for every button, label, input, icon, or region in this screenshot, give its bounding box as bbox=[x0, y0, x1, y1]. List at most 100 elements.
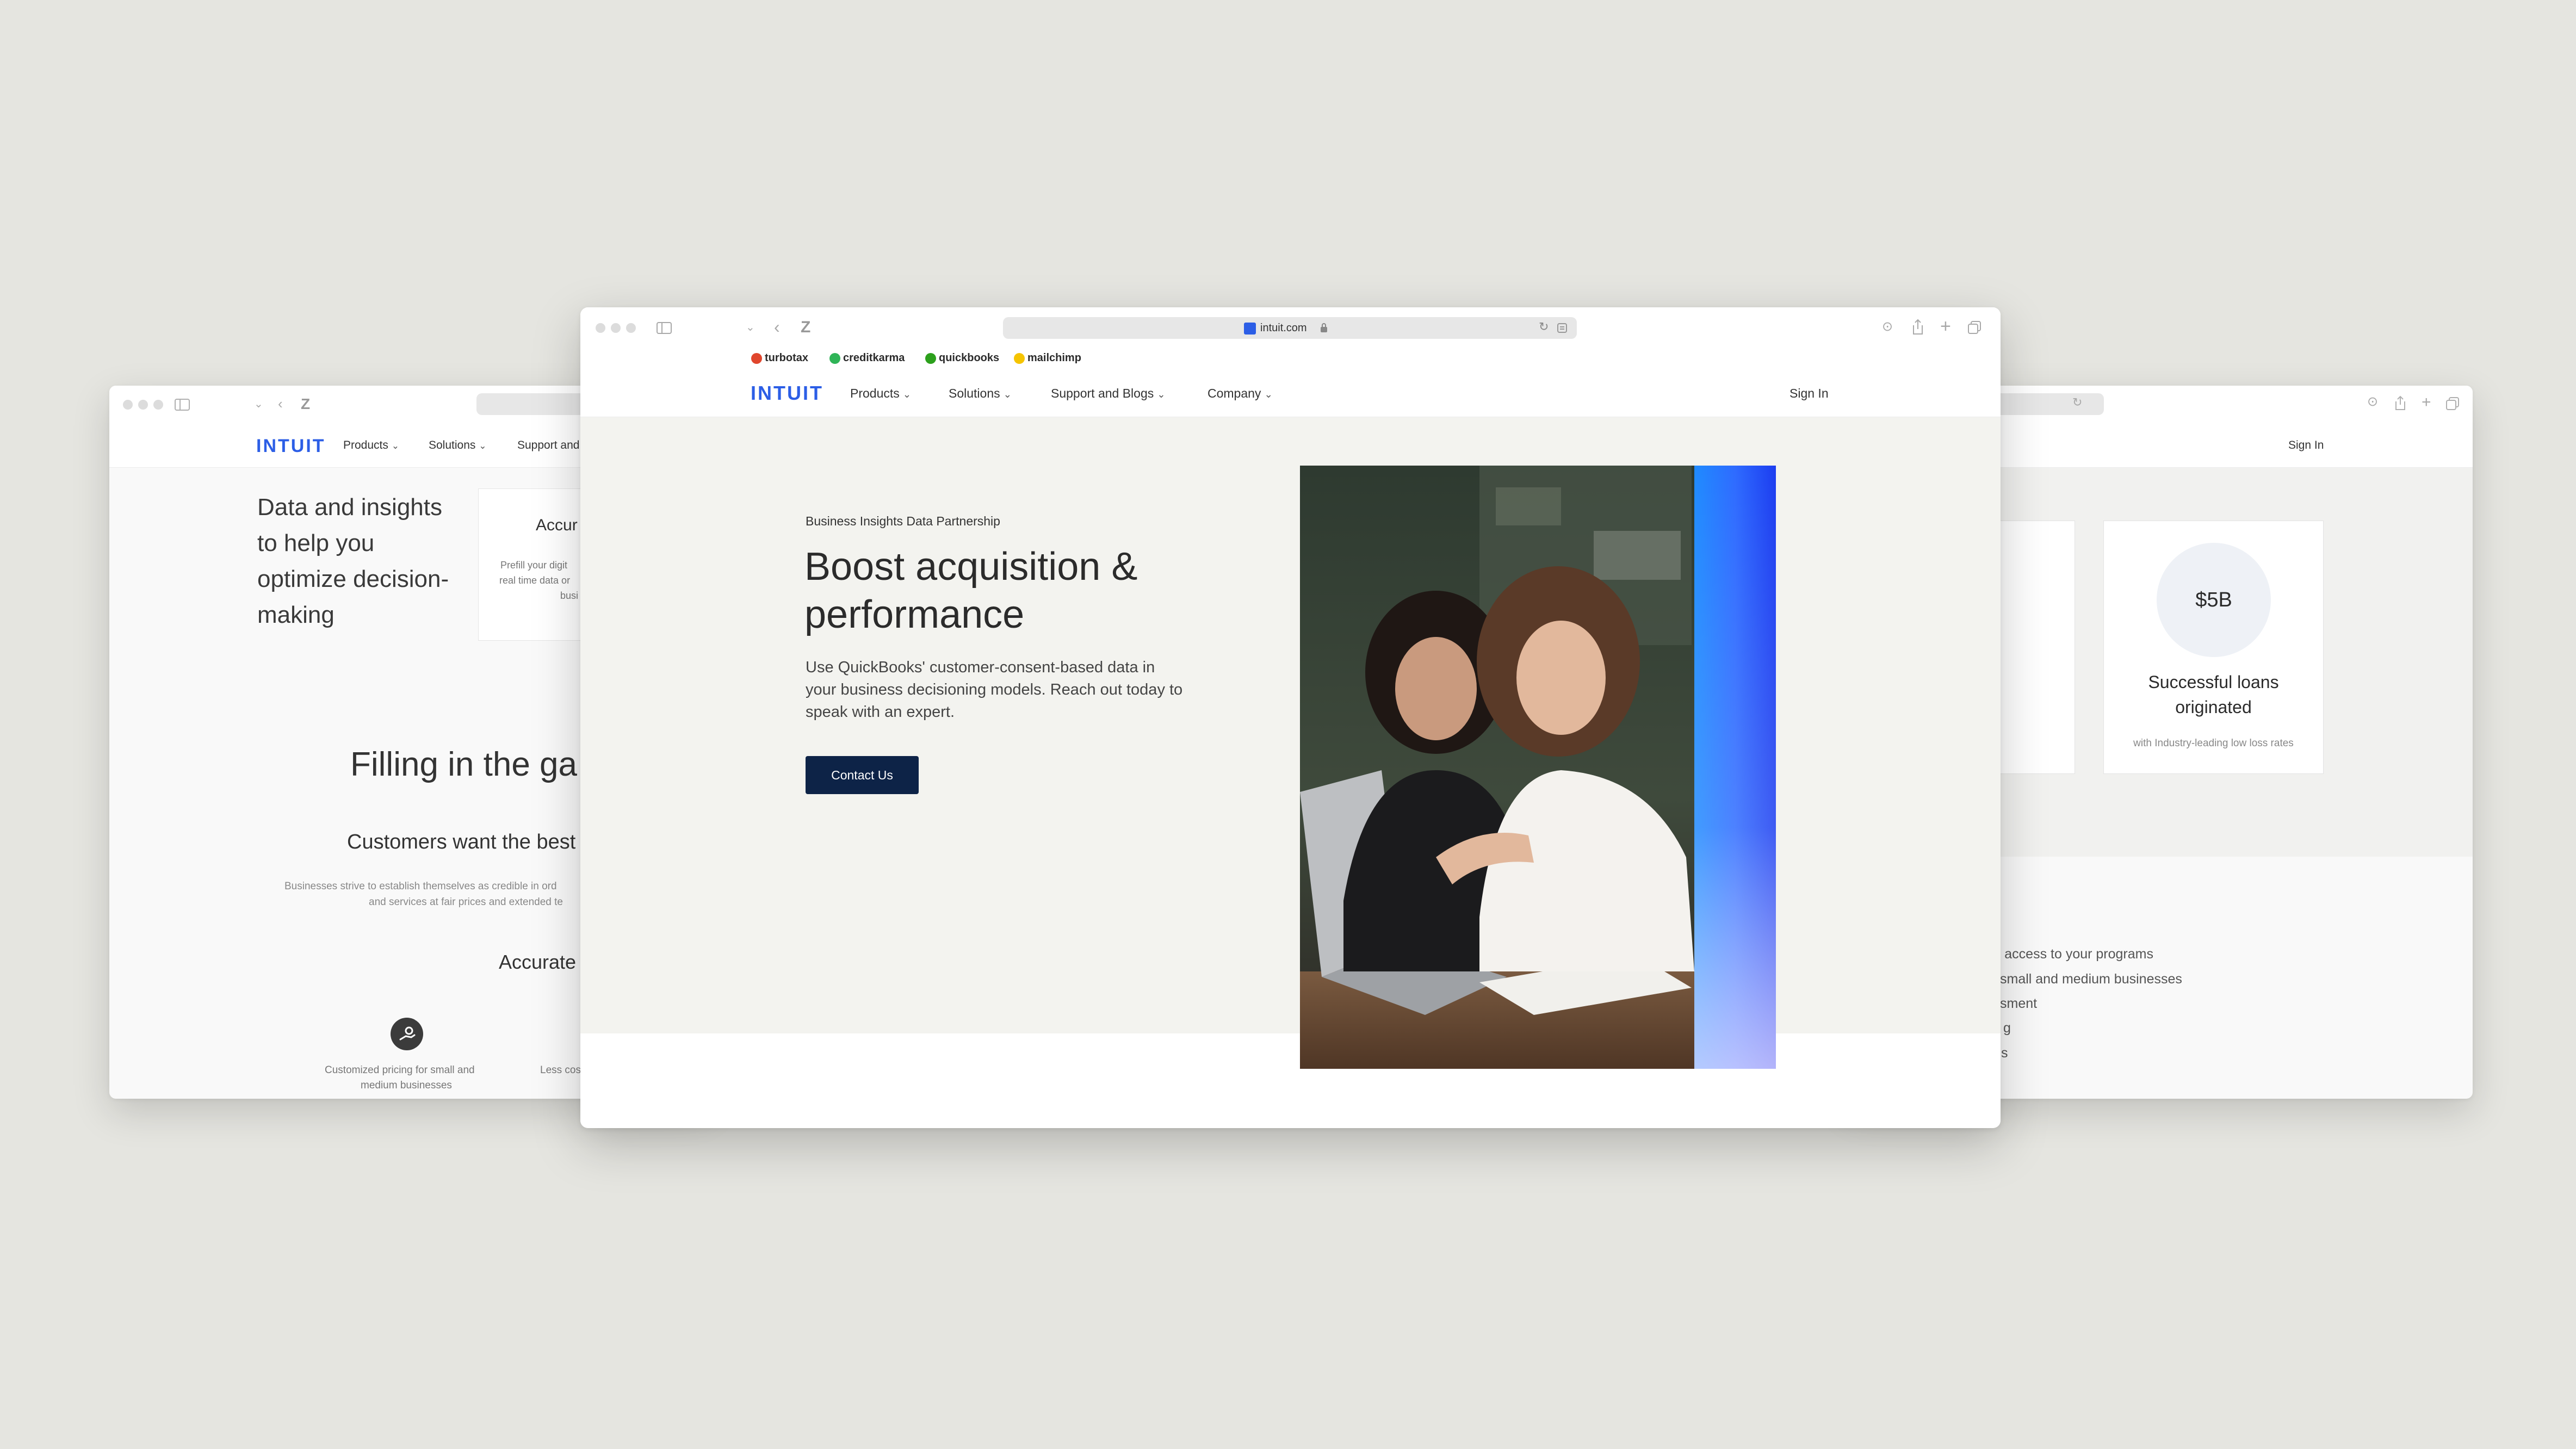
download-icon[interactable]: ⊙ bbox=[2367, 395, 2378, 408]
reload-icon[interactable]: ↻ bbox=[2072, 397, 2082, 408]
hero-body-line-2: your business decisioning models. Reach … bbox=[806, 681, 1183, 698]
chevron-down-icon: ⌄ bbox=[1157, 388, 1166, 400]
brand-link-creditkarma[interactable]: creditkarma bbox=[829, 352, 905, 364]
reader-icon[interactable] bbox=[1557, 323, 1568, 333]
z-logo-icon: Z bbox=[301, 395, 311, 412]
site-nav: INTUIT Products ⌄ Solutions ⌄ Support and … bbox=[580, 370, 2001, 417]
section-title: Filling in the ga bbox=[350, 746, 578, 783]
hero-photo-image bbox=[1300, 466, 1776, 1069]
browser-window-front[interactable]: ⌄ ‹ Z intuit.com ↻ ⊙ + turbotax creditka… bbox=[580, 307, 2001, 1128]
chevron-left-icon[interactable]: ‹ bbox=[278, 397, 283, 411]
chevron-down-icon[interactable]: ⌄ bbox=[254, 399, 263, 410]
creditkarma-logo-icon bbox=[829, 352, 840, 364]
lock-icon bbox=[1321, 323, 1327, 332]
feature-label-line-2: medium businesses bbox=[361, 1080, 452, 1091]
stat-value: $5B bbox=[2195, 588, 2232, 611]
nav-support[interactable]: Support and bbox=[517, 439, 579, 452]
section-body-line-2: and services at fair prices and extended… bbox=[369, 896, 563, 908]
benefit-list-item: small and medium businesses bbox=[2000, 971, 2182, 987]
nav-support-label: Support and Blogs bbox=[1051, 386, 1154, 400]
minimize-light[interactable] bbox=[611, 323, 621, 333]
site-favicon-icon bbox=[1244, 323, 1256, 335]
window-controls[interactable] bbox=[596, 323, 636, 333]
hero-section: Business Insights Data Partnership Boost… bbox=[580, 417, 2001, 1033]
nav-solutions-label: Solutions bbox=[949, 386, 1000, 400]
nav-solutions-label: Solutions bbox=[429, 439, 476, 451]
contact-us-button[interactable]: Contact Us bbox=[806, 756, 919, 794]
feature-card-title: Accur bbox=[536, 516, 578, 534]
minimize-light[interactable] bbox=[138, 400, 148, 410]
stat-circle-loans: $5B bbox=[2157, 543, 2271, 657]
chevron-down-icon[interactable]: ⌄ bbox=[746, 322, 755, 333]
address-bar[interactable]: intuit.com ↻ bbox=[1003, 317, 1577, 339]
feature-label-line-1: Customized pricing for small and bbox=[325, 1064, 475, 1076]
feature-icon-circle bbox=[391, 1018, 423, 1050]
section-subtitle: Customers want the best t bbox=[347, 831, 587, 853]
nav-company[interactable]: Company ⌄ bbox=[1208, 386, 1273, 401]
close-light[interactable] bbox=[123, 400, 133, 410]
share-icon[interactable] bbox=[1912, 319, 1924, 335]
turbotax-logo-icon bbox=[751, 352, 762, 364]
accurate-heading: Accurate bbox=[499, 951, 577, 973]
intuit-logo[interactable]: INTUIT bbox=[256, 436, 326, 457]
benefit-list-item: s bbox=[2001, 1045, 2008, 1061]
feature-card-line-2: real time data or bbox=[499, 575, 571, 586]
brand-quickbooks-label: quickbooks bbox=[939, 352, 1000, 364]
hero-body-line-3: speak with an expert. bbox=[806, 703, 955, 721]
hero-title-line-2: performance bbox=[804, 593, 1025, 636]
download-icon[interactable]: ⊙ bbox=[1882, 320, 1893, 333]
stat-title-line-1: Successful loans bbox=[2148, 672, 2279, 692]
sidebar-icon[interactable] bbox=[657, 322, 672, 334]
brand-turbotax-label: turbotax bbox=[765, 352, 808, 364]
zoom-light[interactable] bbox=[153, 400, 163, 410]
tabs-icon[interactable] bbox=[1967, 320, 1981, 335]
nav-solutions[interactable]: Solutions ⌄ bbox=[429, 439, 486, 452]
nav-support-label: Support and bbox=[517, 439, 580, 451]
quickbooks-logo-icon bbox=[925, 352, 936, 364]
hand-coin-icon bbox=[399, 1026, 416, 1041]
sign-in-link[interactable]: Sign In bbox=[2288, 439, 2324, 452]
nav-solutions[interactable]: Solutions ⌄ bbox=[949, 386, 1012, 401]
feature-card-line-3: busi bbox=[560, 590, 579, 601]
chevron-down-icon: ⌄ bbox=[479, 441, 487, 451]
zoom-light[interactable] bbox=[626, 323, 636, 333]
nav-products[interactable]: Products ⌄ bbox=[343, 439, 399, 452]
stat-subtitle: with Industry-leading low loss rates bbox=[2133, 738, 2294, 749]
feature-card-line-1: Prefill your digit bbox=[500, 560, 568, 571]
hero-body-line-1: Use QuickBooks' customer-consent-based d… bbox=[806, 659, 1155, 676]
feature-label-2: Less cos bbox=[540, 1064, 581, 1076]
nav-company-label: Company bbox=[1208, 386, 1261, 400]
chevron-down-icon: ⌄ bbox=[1264, 388, 1273, 400]
page-below-hero bbox=[580, 1033, 2001, 1128]
benefit-list-item: g bbox=[2003, 1020, 2011, 1036]
close-light[interactable] bbox=[596, 323, 605, 333]
benefit-list-item: r access to your programs bbox=[1996, 946, 2153, 962]
hero-title-line-1: Boost acquisition & bbox=[804, 545, 1138, 589]
tabs-icon[interactable] bbox=[2445, 397, 2460, 411]
brand-creditkarma-label: creditkarma bbox=[843, 352, 905, 364]
nav-products-label: Products bbox=[343, 439, 388, 451]
brand-link-mailchimp[interactable]: mailchimp bbox=[1014, 352, 1081, 364]
brand-link-quickbooks[interactable]: quickbooks bbox=[925, 352, 999, 364]
intuit-logo[interactable]: INTUIT bbox=[751, 382, 823, 405]
nav-products[interactable]: Products ⌄ bbox=[850, 386, 911, 401]
chevron-down-icon: ⌄ bbox=[391, 441, 399, 451]
nav-support-and-blogs[interactable]: Support and Blogs ⌄ bbox=[1051, 386, 1166, 401]
stat-card-loans[interactable]: $5B Successful loans originated with Ind… bbox=[2103, 521, 2324, 774]
z-logo-icon: Z bbox=[801, 318, 811, 336]
url-text: intuit.com bbox=[1260, 322, 1307, 334]
plus-icon[interactable]: + bbox=[1940, 317, 1951, 336]
brand-mailchimp-label: mailchimp bbox=[1027, 352, 1081, 364]
benefit-list-item: sment bbox=[2000, 996, 2038, 1011]
chevron-left-icon[interactable]: ‹ bbox=[774, 318, 780, 336]
reload-icon[interactable]: ↻ bbox=[1539, 321, 1549, 333]
window-controls[interactable] bbox=[123, 400, 163, 410]
hero-photo bbox=[1300, 466, 1776, 1069]
sidebar-icon[interactable] bbox=[175, 399, 190, 411]
plus-icon[interactable]: + bbox=[2422, 394, 2431, 411]
sign-in-link[interactable]: Sign In bbox=[1789, 386, 1829, 401]
share-icon[interactable] bbox=[2394, 395, 2406, 411]
brand-link-turbotax[interactable]: turbotax bbox=[751, 352, 808, 364]
hero-eyebrow: Business Insights Data Partnership bbox=[806, 514, 1000, 528]
browser-toolbar: ⌄ ‹ Z intuit.com ↻ ⊙ + turbotax creditka… bbox=[580, 307, 2001, 370]
